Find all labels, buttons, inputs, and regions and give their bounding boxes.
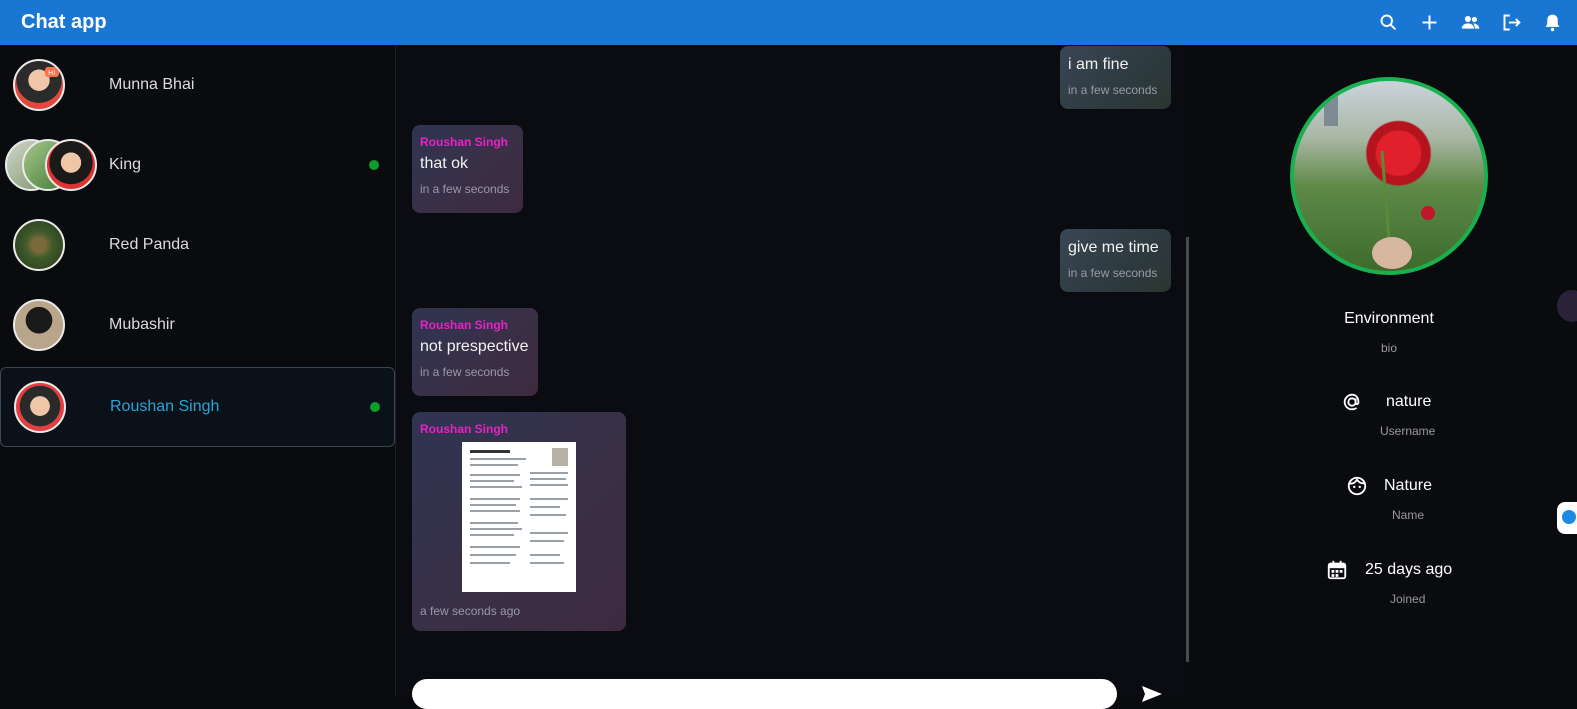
profile-picture bbox=[1290, 77, 1488, 275]
message-bubble-incoming-attachment: Roushan Singh a few seconds ago bbox=[412, 412, 626, 631]
message-sender: Roushan Singh bbox=[420, 318, 508, 332]
contact-item-king[interactable]: King bbox=[0, 125, 395, 205]
contact-name: Roushan Singh bbox=[110, 398, 220, 415]
app-title: Chat app bbox=[21, 11, 107, 33]
avatar bbox=[13, 299, 65, 351]
add-icon[interactable] bbox=[1419, 12, 1440, 33]
logout-icon[interactable] bbox=[1501, 12, 1522, 33]
online-status-dot bbox=[370, 402, 380, 412]
contact-name: Mubashir bbox=[109, 316, 175, 333]
floating-widget-button[interactable] bbox=[1557, 502, 1577, 534]
app-bar: Chat app bbox=[0, 0, 1577, 45]
profile-username-label: Username bbox=[1380, 424, 1436, 438]
contact-item-red-panda[interactable]: Red Panda bbox=[0, 205, 395, 285]
contact-item-mubashir[interactable]: Mubashir bbox=[0, 285, 395, 365]
group-icon[interactable] bbox=[1460, 12, 1481, 33]
group-avatar-3 bbox=[45, 139, 97, 191]
at-sign-icon bbox=[1343, 393, 1360, 411]
profile-bio-label: bio bbox=[1380, 341, 1397, 355]
send-icon[interactable] bbox=[1140, 684, 1164, 704]
message-text: give me time bbox=[1068, 239, 1159, 256]
profile-name: Nature bbox=[1384, 477, 1433, 494]
widget-icon bbox=[1562, 510, 1576, 524]
chat-scrollbar[interactable] bbox=[1186, 237, 1189, 662]
avatar bbox=[14, 381, 66, 433]
profile-joined: 25 days ago bbox=[1365, 561, 1453, 578]
contact-sidebar: Hi Munna Bhai King Red Panda Mubashir Ro… bbox=[0, 45, 396, 697]
message-text: that ok bbox=[420, 155, 469, 172]
toolbar-actions bbox=[1378, 0, 1563, 45]
message-sender: Roushan Singh bbox=[420, 135, 508, 149]
search-icon[interactable] bbox=[1378, 12, 1399, 33]
notifications-icon[interactable] bbox=[1542, 12, 1563, 33]
message-input[interactable] bbox=[412, 679, 1117, 709]
online-status-dot bbox=[369, 160, 379, 170]
message-bubble-outgoing: i am fine in a few seconds bbox=[1060, 46, 1171, 109]
message-text: not prespective bbox=[420, 338, 529, 355]
message-time: in a few seconds bbox=[1068, 83, 1158, 97]
face-icon bbox=[1347, 476, 1367, 496]
contact-item-munna-bhai[interactable]: Hi Munna Bhai bbox=[0, 45, 395, 125]
message-time: in a few seconds bbox=[1068, 266, 1158, 280]
message-time: a few seconds ago bbox=[420, 604, 521, 618]
contact-name: Munna Bhai bbox=[109, 76, 195, 93]
message-bubble-incoming: Roushan Singh that ok in a few seconds bbox=[412, 125, 523, 213]
message-bubble-incoming: Roushan Singh not prespective in a few s… bbox=[412, 308, 538, 396]
message-bubble-outgoing: give me time in a few seconds bbox=[1060, 229, 1171, 292]
profile-username: nature bbox=[1386, 393, 1432, 410]
document-attachment-thumbnail[interactable] bbox=[462, 442, 576, 592]
contact-name: Red Panda bbox=[109, 236, 190, 253]
message-text: i am fine bbox=[1068, 56, 1129, 73]
profile-joined-label: Joined bbox=[1390, 592, 1426, 606]
contact-name: King bbox=[109, 156, 142, 173]
avatar bbox=[13, 219, 65, 271]
svg-text:Hi: Hi bbox=[48, 69, 55, 77]
message-sender: Roushan Singh bbox=[420, 422, 508, 436]
profile-title: Environment bbox=[1344, 310, 1434, 327]
message-time: in a few seconds bbox=[420, 365, 510, 379]
profile-name-label: Name bbox=[1392, 508, 1425, 522]
contact-item-roushan-singh[interactable]: Roushan Singh bbox=[0, 367, 395, 447]
calendar-icon bbox=[1327, 560, 1347, 580]
message-time: in a few seconds bbox=[420, 182, 510, 196]
avatar: Hi bbox=[13, 59, 65, 111]
